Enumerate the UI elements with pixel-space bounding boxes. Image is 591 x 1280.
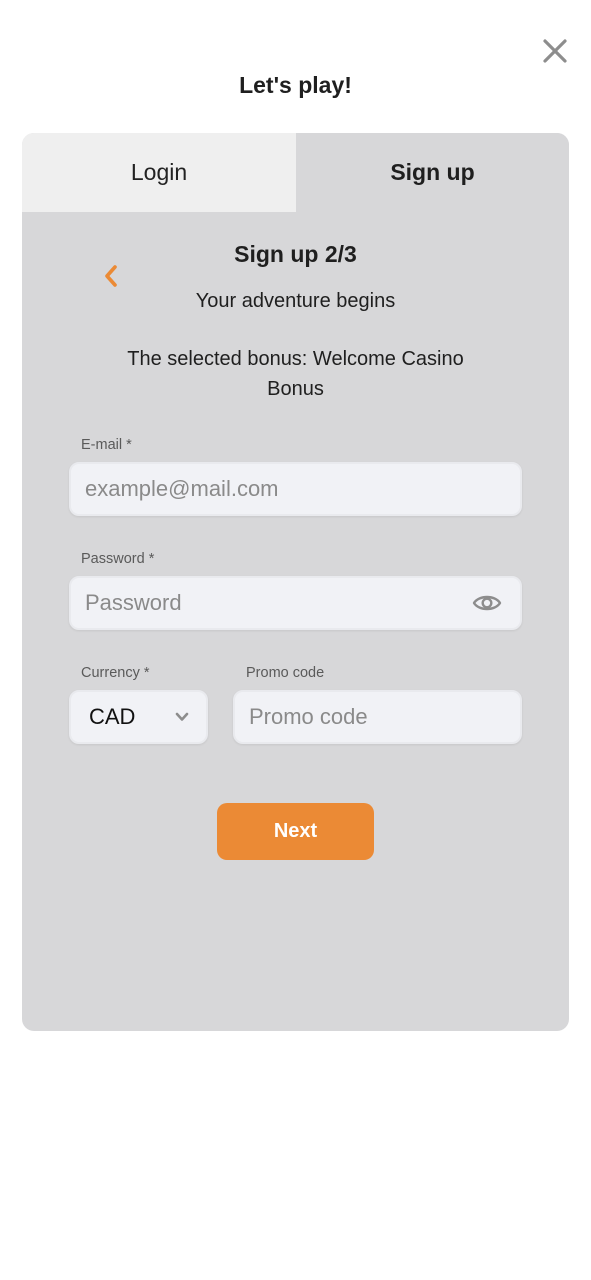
email-field[interactable] <box>85 476 520 502</box>
currency-value: CAD <box>89 704 136 729</box>
page-title: Let's play! <box>239 72 352 98</box>
chevron-down-icon <box>175 712 189 721</box>
tab-login[interactable]: Login <box>22 133 296 212</box>
eye-icon <box>472 595 502 611</box>
password-field-wrapper <box>69 576 522 630</box>
step-title: Sign up 2/3 <box>234 241 357 267</box>
password-label: Password * <box>81 551 155 567</box>
next-button[interactable]: Next <box>217 803 374 860</box>
auth-tabs: Login Sign up <box>22 133 569 212</box>
signup-card: Login Sign up Sign up 2/3 Your adventure… <box>22 133 569 1031</box>
email-field-wrapper <box>69 462 522 516</box>
currency-select[interactable]: CAD <box>69 690 208 744</box>
password-field[interactable] <box>85 590 520 616</box>
selected-bonus-text: The selected bonus: Welcome Casino Bonus <box>127 348 464 400</box>
step-subtitle: Your adventure begins <box>195 290 396 312</box>
promo-field-wrapper <box>233 690 522 744</box>
promo-label: Promo code <box>246 665 325 681</box>
close-button[interactable] <box>540 36 570 66</box>
currency-label: Currency * <box>81 665 150 681</box>
show-password-toggle[interactable] <box>472 592 502 614</box>
email-label: E-mail * <box>81 437 132 453</box>
promo-code-field[interactable] <box>249 704 520 730</box>
close-icon <box>543 39 567 63</box>
tab-signup[interactable]: Sign up <box>296 133 569 212</box>
